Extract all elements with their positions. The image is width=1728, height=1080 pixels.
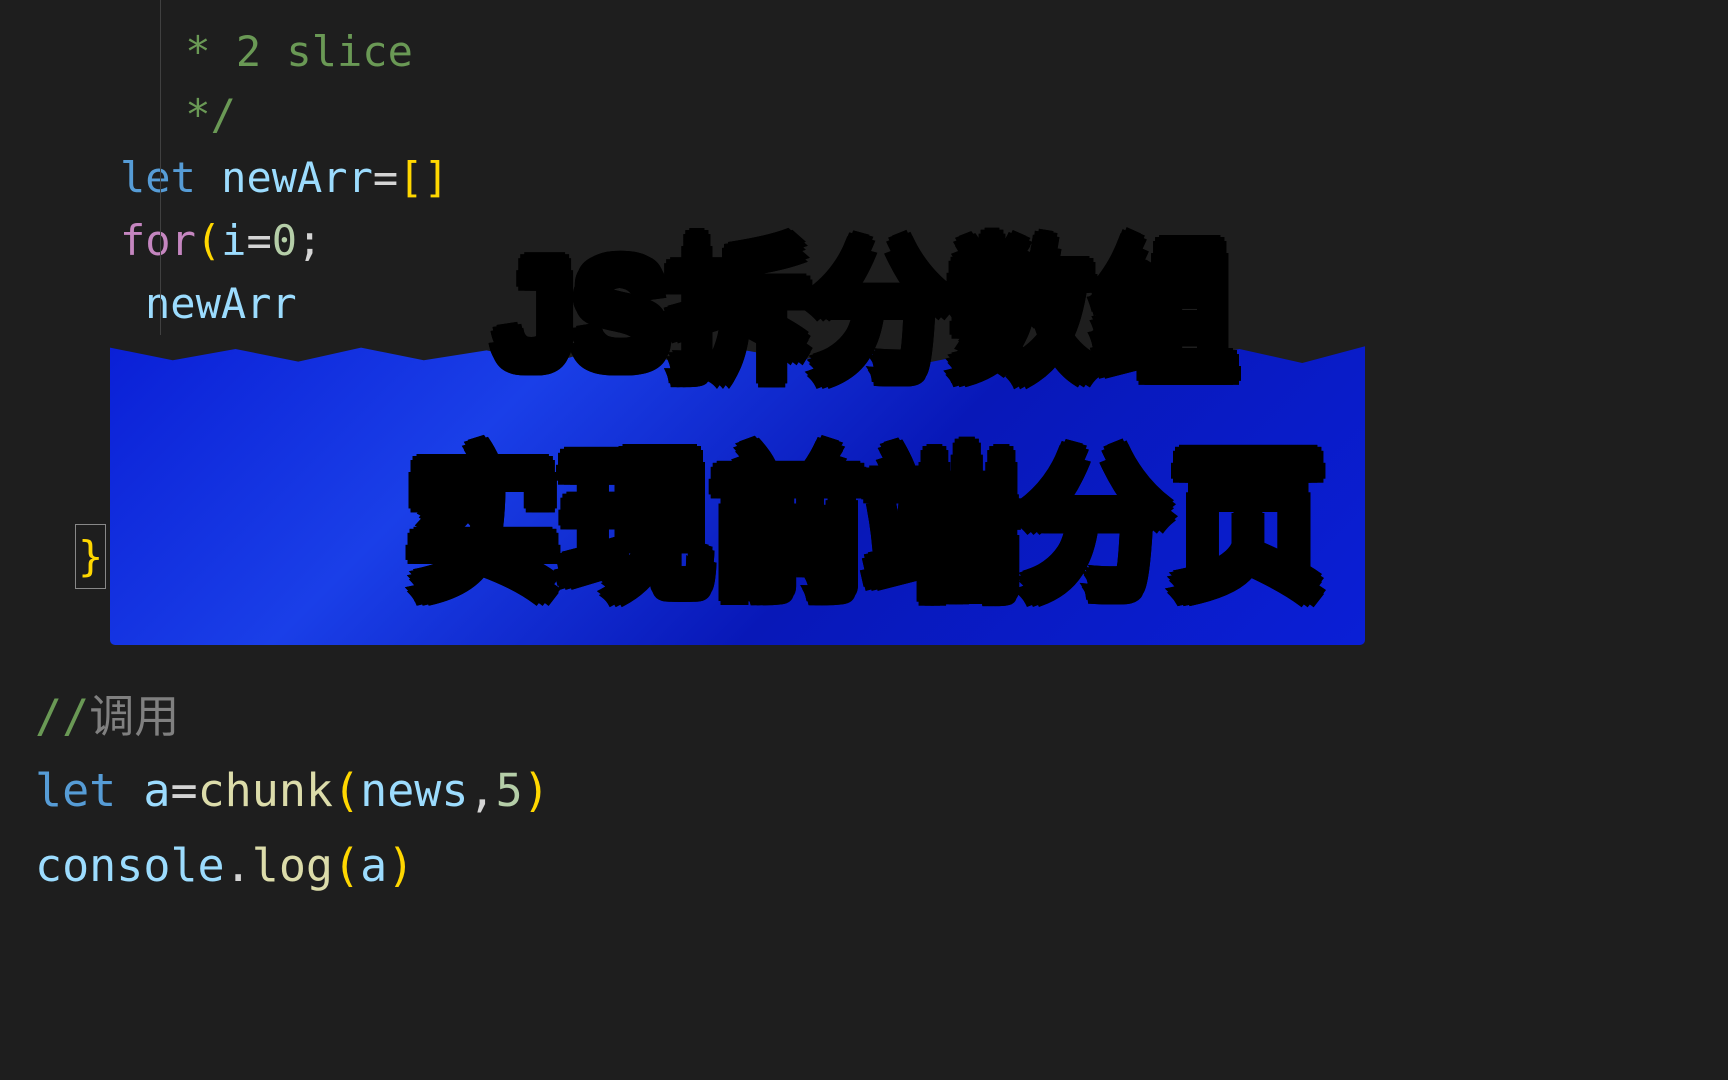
comment-text: * 2 slice (160, 27, 413, 76)
paren-open-3: ( (333, 839, 360, 892)
number-five: 5 (496, 764, 523, 817)
paren-close-3: ) (387, 839, 414, 892)
paren-close-2: ) (523, 764, 550, 817)
code-line-comment-2: */ (70, 83, 1728, 146)
overlay-title-line-2: 实现前端分页 实现前端分页 (0, 395, 1728, 620)
title-text-1: JS拆分数组 (494, 227, 1233, 389)
code-line-comment-call: //调用 (35, 680, 550, 754)
variable-a-2: a (360, 839, 387, 892)
comment-close: */ (160, 90, 236, 139)
comment-call-text: 调用 (89, 690, 179, 743)
keyword-let-2: let (35, 764, 116, 817)
title-text-2: 实现前端分页 (405, 435, 1323, 608)
comma: , (469, 764, 496, 817)
function-log: log (252, 839, 333, 892)
bottom-code-block[interactable]: //调用 let a=chunk(news,5) console.log(a) (35, 680, 550, 903)
variable-a: a (143, 764, 170, 817)
code-line-comment-1: * 2 slice (70, 20, 1728, 83)
function-chunk: chunk (198, 764, 333, 817)
comment-slash: // (35, 690, 89, 743)
code-line-console-log: console.log(a) (35, 829, 550, 903)
code-line-let-a: let a=chunk(news,5) (35, 754, 550, 828)
overlay-title-line-1: JS拆分数组 JS拆分数组 (0, 190, 1728, 400)
object-console: console (35, 839, 225, 892)
dot: . (225, 839, 252, 892)
variable-news: news (360, 764, 468, 817)
operator-eq-2: = (170, 764, 197, 817)
paren-open-2: ( (333, 764, 360, 817)
